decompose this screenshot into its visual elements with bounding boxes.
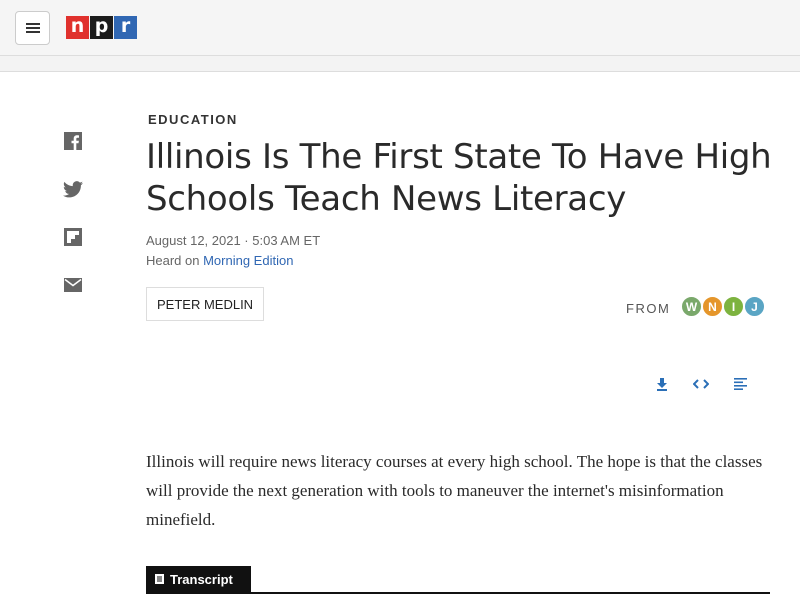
document-icon [155, 574, 164, 584]
article-teaser: Illinois will require news literacy cour… [146, 452, 763, 529]
program-link[interactable]: Morning Edition [203, 253, 293, 268]
heard-on-line: Heard on Morning Edition [146, 253, 293, 268]
station-letter-n: N [701, 295, 724, 318]
station-letter-i: I [722, 295, 745, 318]
transcript-icon[interactable] [731, 375, 749, 393]
station-logo[interactable]: W N I J [680, 295, 766, 318]
article-category-slug[interactable]: EDUCATION [148, 112, 238, 127]
embed-icon[interactable] [692, 375, 710, 393]
top-navigation-bar: n p r [0, 0, 800, 56]
twitter-icon[interactable] [63, 179, 83, 199]
flipboard-icon[interactable] [63, 227, 83, 247]
author-byline[interactable]: PETER MEDLIN [146, 287, 265, 321]
download-icon[interactable] [653, 375, 671, 393]
facebook-icon[interactable] [63, 131, 83, 151]
from-label: FROM [626, 301, 671, 316]
heard-prefix: Heard on [146, 253, 204, 268]
sub-navigation-bar [0, 56, 800, 72]
logo-letter-r: r [114, 16, 137, 39]
email-icon[interactable] [63, 275, 83, 295]
transcript-section: Transcript [146, 566, 770, 594]
article-dateline: August 12, 2021 · 5:03 AM ET [146, 233, 321, 248]
article-headline: Illinois Is The First State To Have High… [146, 137, 772, 219]
transcript-button[interactable]: Transcript [146, 566, 251, 592]
npr-logo[interactable]: n p r [66, 16, 137, 39]
menu-button[interactable] [15, 11, 50, 45]
logo-letter-n: n [66, 16, 89, 39]
transcript-label: Transcript [170, 571, 233, 587]
logo-letter-p: p [90, 16, 113, 39]
hamburger-menu-icon [25, 19, 40, 38]
station-letter-w: W [680, 295, 703, 318]
station-letter-j: J [743, 295, 766, 318]
